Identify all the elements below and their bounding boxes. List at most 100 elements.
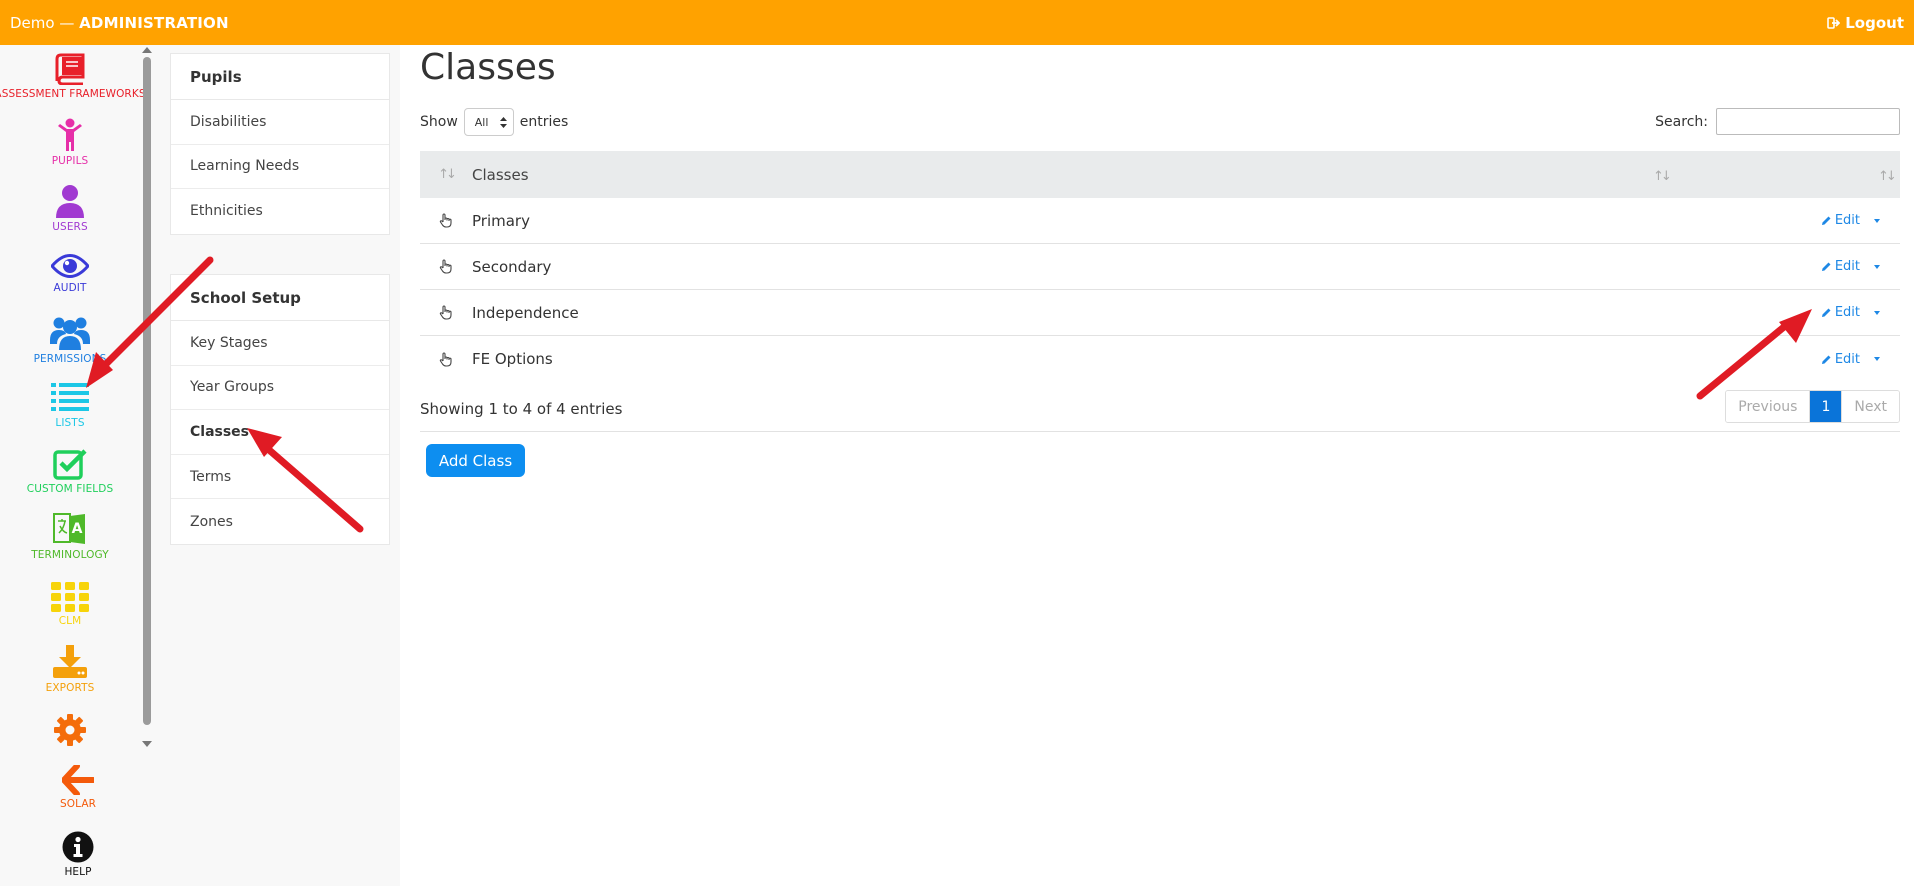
add-class-button[interactable]: Add Class — [426, 444, 525, 477]
sidebar-item-lists[interactable]: LISTS — [0, 382, 140, 429]
sidebar-label: PERMISSIONS — [33, 353, 107, 365]
classes-table: ↑↓ Classes ↑↓ ↑↓ Primary Edit Secondary … — [420, 151, 1900, 382]
class-name: Primary — [472, 211, 530, 230]
menu-group-title: Pupils — [171, 54, 389, 100]
menu-item-terms[interactable]: Terms — [171, 455, 389, 500]
edit-button[interactable]: Edit — [1821, 352, 1860, 367]
select-arrows-icon — [499, 116, 507, 128]
menu-group-pupils: Pupils Disabilities Learning Needs Ethni… — [170, 53, 390, 235]
sort-icon: ↑↓ — [438, 167, 457, 182]
translate-icon: A — [53, 513, 85, 544]
drag-handle[interactable] — [420, 213, 472, 228]
sidebar-item-help[interactable]: HELP — [8, 831, 148, 878]
sort-column-name[interactable]: ↑↓ — [1653, 166, 1878, 184]
menu-item-ethnicities[interactable]: Ethnicities — [171, 189, 389, 234]
menu-item-key-stages[interactable]: Key Stages — [171, 321, 389, 366]
class-name: Independence — [472, 303, 579, 322]
drag-handle[interactable] — [420, 305, 472, 320]
arrow-left-icon — [62, 765, 94, 795]
row-actions: Edit — [1821, 305, 1880, 320]
child-icon — [58, 118, 82, 151]
list-icon — [51, 383, 89, 411]
grid-icon — [51, 582, 89, 612]
row-dropdown-toggle[interactable] — [1874, 357, 1880, 361]
drag-handle[interactable] — [420, 259, 472, 274]
row-dropdown-toggle[interactable] — [1874, 218, 1880, 223]
sidebar-item-users[interactable]: USERS — [0, 184, 140, 233]
pagination-next[interactable]: Next — [1841, 391, 1899, 422]
menu-group-title: School Setup — [171, 275, 389, 321]
column-header-classes[interactable]: Classes — [472, 166, 1653, 184]
row-dropdown-toggle[interactable] — [1874, 264, 1880, 269]
user-icon — [56, 185, 84, 218]
show-label: Show — [420, 114, 458, 130]
logout-icon — [1827, 16, 1841, 29]
pencil-icon — [1821, 262, 1831, 271]
sidebar-item-permissions[interactable]: PERMISSIONS — [0, 316, 140, 365]
edit-button[interactable]: Edit — [1821, 259, 1860, 274]
sidebar-label: AUDIT — [53, 282, 87, 294]
sidebar-item-assessment-frameworks[interactable]: ASSESSMENT FRAMEWORKS — [0, 53, 145, 100]
menu-item-zones[interactable]: Zones — [171, 499, 389, 544]
hand-icon — [439, 351, 452, 367]
menu-item-classes[interactable]: Classes — [171, 410, 389, 455]
table-info-row: Showing 1 to 4 of 4 entries Previous 1 N… — [420, 387, 1900, 432]
sidebar-item-terminology[interactable]: A TERMINOLOGY — [0, 512, 140, 561]
pencil-icon — [1821, 216, 1831, 225]
sidebar-label: LISTS — [55, 417, 85, 429]
entries-select-value: All — [474, 115, 489, 129]
entries-select[interactable]: All — [463, 108, 514, 136]
sort-handle-column[interactable]: ↑↓ — [420, 167, 472, 182]
hand-icon — [439, 259, 452, 274]
page-title: Classes — [420, 47, 556, 88]
row-dropdown-toggle[interactable] — [1874, 310, 1880, 315]
gear-icon — [54, 714, 86, 746]
pagination-page-1[interactable]: 1 — [1810, 391, 1842, 422]
menu-item-disabilities[interactable]: Disabilities — [171, 100, 389, 145]
users-icon — [50, 317, 90, 350]
sidebar-item-custom-fields[interactable]: CUSTOM FIELDS — [0, 448, 140, 495]
sort-icon: ↑↓ — [1878, 168, 1897, 184]
edit-label: Edit — [1834, 259, 1860, 274]
pagination-previous[interactable]: Previous — [1726, 391, 1811, 422]
edit-button[interactable]: Edit — [1821, 305, 1860, 320]
sidebar-item-clm[interactable]: CLM — [0, 582, 140, 627]
class-name: FE Options — [472, 350, 553, 368]
sidebar-scrollbar[interactable] — [143, 57, 151, 725]
brand: Demo — ADMINISTRATION — [10, 14, 229, 32]
scroll-down-arrow[interactable] — [142, 741, 152, 747]
pencil-icon — [1821, 308, 1831, 317]
top-bar: Demo — ADMINISTRATION Logout — [0, 0, 1914, 45]
sidebar-item-exports[interactable]: EXPORTS — [0, 645, 140, 694]
edit-label: Edit — [1834, 351, 1860, 367]
menu-item-learning-needs[interactable]: Learning Needs — [171, 145, 389, 190]
search-box: Search: — [1655, 108, 1900, 135]
brand-name: ADMINISTRATION — [79, 13, 229, 32]
sidebar-item-audit[interactable]: AUDIT — [0, 253, 140, 294]
drag-handle[interactable] — [420, 351, 472, 367]
logout-button[interactable]: Logout — [1827, 14, 1904, 32]
info-icon — [62, 831, 94, 863]
search-input[interactable] — [1716, 108, 1900, 135]
entries-label: entries — [519, 114, 569, 130]
sidebar-label: PUPILS — [51, 155, 89, 167]
sidebar-item-settings[interactable] — [0, 714, 140, 746]
edit-button[interactable]: Edit — [1821, 213, 1860, 228]
logout-label: Logout — [1845, 13, 1904, 32]
sidebar-item-solar[interactable]: SOLAR — [8, 765, 148, 810]
sidebar-item-pupils[interactable]: PUPILS — [0, 118, 140, 167]
table-row: Secondary Edit — [420, 244, 1900, 290]
sidebar-label: USERS — [52, 221, 88, 233]
book-icon — [55, 53, 85, 85]
pencil-icon — [1821, 355, 1831, 364]
hand-icon — [439, 213, 452, 228]
edit-label: Edit — [1834, 213, 1860, 228]
menu-item-year-groups[interactable]: Year Groups — [171, 366, 389, 411]
table-row: FE Options Edit — [420, 336, 1900, 382]
menu-group-school-setup: School Setup Key Stages Year Groups Clas… — [170, 274, 390, 545]
row-actions: Edit — [1821, 259, 1880, 274]
table-row: Primary Edit — [420, 198, 1900, 244]
scroll-up-arrow[interactable] — [142, 47, 152, 53]
sort-column-actions[interactable]: ↑↓ — [1878, 166, 1900, 184]
svg-text:A: A — [72, 521, 83, 537]
